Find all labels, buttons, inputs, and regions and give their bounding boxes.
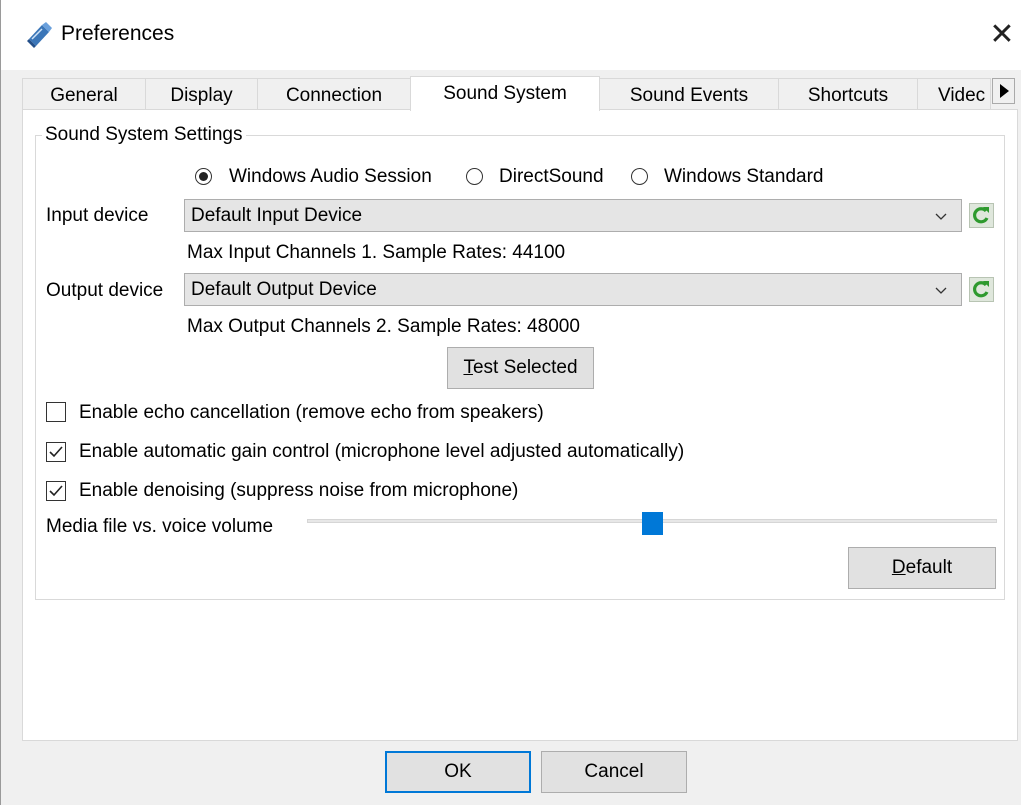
auto-gain-checkbox[interactable] <box>46 442 66 462</box>
default-mnemonic: D <box>891 557 906 578</box>
refresh-output-icon[interactable] <box>969 277 994 302</box>
group-title: Sound System Settings <box>42 124 246 146</box>
chevron-down-icon <box>935 213 947 220</box>
radio-directsound[interactable] <box>466 168 483 185</box>
test-selected-button[interactable]: Test Selected <box>447 347 594 389</box>
tab-video[interactable]: Videc <box>917 78 991 110</box>
echo-cancellation-checkbox[interactable] <box>46 402 66 422</box>
tab-connection[interactable]: Connection <box>257 78 411 110</box>
input-device-select[interactable]: Default Input Device <box>184 199 962 232</box>
input-device-info: Max Input Channels 1. Sample Rates: 4410… <box>187 242 566 263</box>
tab-scroll-right-icon[interactable] <box>992 78 1015 104</box>
checkmark-icon <box>49 485 63 497</box>
tab-sound-system[interactable]: Sound System <box>410 76 600 111</box>
input-device-label: Input device <box>46 205 149 226</box>
input-device-value: Default Input Device <box>191 205 363 226</box>
test-label-rest: est Selected <box>472 357 578 378</box>
close-icon[interactable]: ✕ <box>985 18 1019 52</box>
window-title: Preferences <box>61 22 175 45</box>
output-device-value: Default Output Device <box>191 279 377 300</box>
auto-gain-label[interactable]: Enable automatic gain control (microphon… <box>79 441 684 463</box>
output-device-label: Output device <box>46 280 164 301</box>
radio-windows-standard[interactable] <box>631 168 648 185</box>
radio-label-windows-standard[interactable]: Windows Standard <box>664 166 823 188</box>
denoising-label[interactable]: Enable denoising (suppress noise from mi… <box>79 480 518 502</box>
app-logo-icon <box>26 22 52 50</box>
checkmark-icon <box>49 446 63 458</box>
refresh-input-icon[interactable] <box>969 203 994 228</box>
denoising-checkbox[interactable] <box>46 481 66 501</box>
output-device-info: Max Output Channels 2. Sample Rates: 480… <box>187 316 580 337</box>
radio-label-windows-audio-session[interactable]: Windows Audio Session <box>229 166 432 188</box>
tab-sound-events[interactable]: Sound Events <box>599 78 779 110</box>
volume-label: Media file vs. voice volume <box>46 516 274 537</box>
cancel-button[interactable]: Cancel <box>541 751 687 793</box>
test-mnemonic: T <box>463 357 473 378</box>
volume-slider-thumb[interactable] <box>642 512 663 535</box>
default-button[interactable]: Default <box>848 547 996 589</box>
output-device-select[interactable]: Default Output Device <box>184 273 962 306</box>
radio-label-directsound[interactable]: DirectSound <box>499 166 604 188</box>
default-label-rest: efault <box>905 557 953 578</box>
chevron-down-icon <box>935 287 947 294</box>
tab-display[interactable]: Display <box>145 78 258 110</box>
echo-cancellation-label[interactable]: Enable echo cancellation (remove echo fr… <box>79 402 544 424</box>
tab-general[interactable]: General <box>22 78 146 110</box>
tab-shortcuts[interactable]: Shortcuts <box>778 78 918 110</box>
radio-windows-audio-session[interactable] <box>195 168 212 185</box>
ok-button[interactable]: OK <box>385 751 531 793</box>
